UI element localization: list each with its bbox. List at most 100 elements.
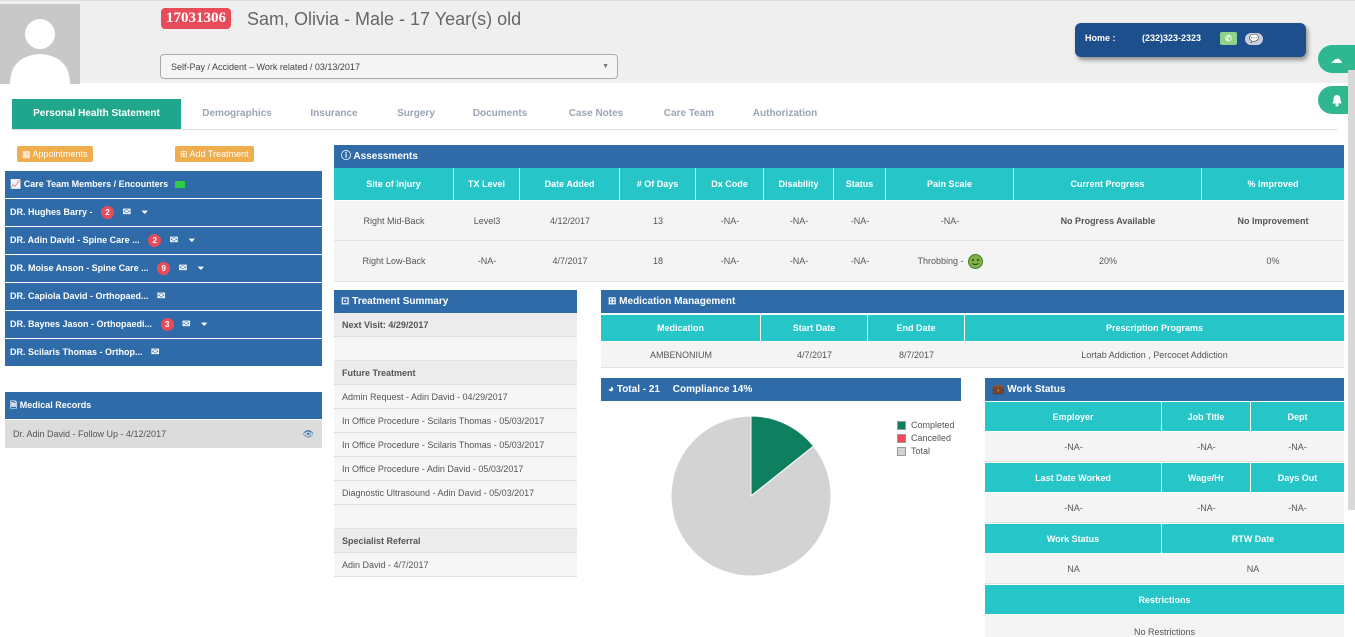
column-header[interactable]: Start Date (761, 315, 868, 341)
column-header[interactable]: End Date (868, 315, 965, 341)
table-cell: Level3 (473, 215, 501, 226)
assessments-header: ⓘ Assessments (334, 145, 1344, 168)
chevron-down-icon[interactable]: ⏷ (189, 227, 195, 254)
count-badge: 3 (160, 318, 174, 332)
column-header[interactable]: # Of Days (620, 168, 696, 200)
add-treatment-button[interactable]: ⊞ Add Treatment (175, 146, 254, 162)
appointments-button[interactable]: ▦ Appointments (17, 146, 93, 162)
tab-case-notes[interactable]: Case Notes (557, 99, 635, 129)
envelope-icon[interactable]: ✉ (151, 339, 159, 366)
table-cell: 13 (652, 215, 663, 226)
column-header[interactable]: Status (834, 168, 886, 200)
legend-total: Total (897, 446, 930, 457)
treatment-summary-header: ⊡ Treatment Summary (334, 290, 577, 313)
table-row: -NA- -NA- -NA- (985, 432, 1344, 462)
column-header[interactable]: Medication (601, 315, 761, 341)
phone-icon[interactable]: ✆ (1220, 32, 1237, 45)
member-name: DR. Scilaris Thomas - Orthop... (10, 347, 143, 357)
member-name: DR. Moise Anson - Spine Care ... (10, 263, 149, 273)
cloud-icon[interactable]: ☁ (1318, 45, 1355, 73)
tab-surgery[interactable]: Surgery (387, 99, 445, 129)
list-item[interactable]: Adin David - 4/7/2017 (334, 553, 577, 577)
column-header[interactable]: Prescription Programs (965, 315, 1344, 341)
column-header: Wage/Hr (1162, 463, 1251, 492)
tab-insurance[interactable]: Insurance (300, 99, 368, 129)
envelope-icon[interactable]: ✉ (182, 311, 190, 338)
pain-scale-cell: Throbbing - (886, 241, 1014, 281)
scrollbar[interactable] (1348, 70, 1355, 510)
chat-icon[interactable]: 💬 (1245, 33, 1263, 45)
table-row: -NA- -NA- -NA- (985, 493, 1344, 523)
eye-icon[interactable]: 👁 (303, 420, 314, 448)
envelope-icon[interactable]: ✉ (179, 255, 187, 282)
envelope-icon[interactable]: ✉ (123, 199, 131, 226)
medication-title: Medication Management (619, 296, 736, 307)
add-treatment-label: Add Treatment (189, 149, 249, 159)
column-header: Last Date Worked (985, 463, 1162, 492)
compliance-header: ◕ Total - 21 Compliance 14% (601, 378, 961, 401)
envelope-icon[interactable]: ✉ (157, 283, 165, 310)
care-team-member[interactable]: DR. Capiola David - Orthopaed... ✉ (5, 283, 322, 310)
table-cell: No Progress Available (1060, 215, 1156, 226)
member-name: DR. Hughes Barry - (10, 207, 93, 217)
chevron-down-icon[interactable]: ⏷ (141, 199, 147, 226)
table-cell: -NA- (1197, 441, 1216, 452)
care-team-title: Care Team Members / Encounters (23, 179, 169, 189)
list-item[interactable]: In Office Procedure - Adin David - 05/03… (334, 457, 577, 481)
table-cell: -NA- (1197, 502, 1216, 513)
column-header[interactable]: Disability (764, 168, 834, 200)
table-cell: 4/12/2017 (549, 215, 591, 226)
tab-authorization[interactable]: Authorization (743, 99, 827, 129)
tab-personal-health-statement[interactable]: Personal Health Statement (12, 99, 181, 129)
care-team-member[interactable]: DR. Baynes Jason - Orthopaedi... 3 ✉ ⏷ (5, 311, 322, 338)
list-item[interactable]: Diagnostic Ultrasound - Adin David - 05/… (334, 481, 577, 505)
work-status-columns: Last Date Worked Wage/Hr Days Out (985, 463, 1344, 492)
tab-documents[interactable]: Documents (464, 99, 536, 129)
table-row: AMBENONIUM 4/7/2017 8/7/2017 Lortab Addi… (601, 342, 1344, 368)
table-cell: 20% (1098, 256, 1117, 266)
list-item[interactable]: Admin Request - Adin David - 04/29/2017 (334, 385, 577, 409)
column-header[interactable]: Site of Injury (334, 168, 454, 200)
avatar (0, 4, 80, 84)
chevron-down-icon[interactable]: ⏷ (198, 255, 204, 282)
column-header[interactable]: TX Level (454, 168, 520, 200)
list-item[interactable]: In Office Procedure - Scilaris Thomas - … (334, 409, 577, 433)
chevron-down-icon[interactable]: ⏷ (201, 311, 207, 338)
column-header: RTW Date (1231, 533, 1275, 544)
column-header[interactable]: Date Added (520, 168, 620, 200)
case-select-value: Self-Pay / Accident – Work related / 03/… (171, 62, 360, 72)
list-item[interactable]: In Office Procedure - Scilaris Thomas - … (334, 433, 577, 457)
compliance-total: Total - 21 (616, 384, 660, 395)
treatment-summary-title: Treatment Summary (352, 296, 449, 307)
tab-demographics[interactable]: Demographics (192, 99, 282, 129)
column-header[interactable]: Current Progress (1014, 168, 1202, 200)
spacer-row (334, 505, 577, 529)
care-team-member[interactable]: DR. Scilaris Thomas - Orthop... ✉ (5, 339, 322, 366)
briefcase-medical-icon: ⊡ (341, 296, 350, 307)
appointments-label: Appointments (32, 149, 88, 159)
medical-record-item[interactable]: Dr. Adin David - Follow Up - 4/12/2017 👁 (5, 420, 322, 448)
legend-label: Cancelled (911, 433, 952, 443)
plus-icon: ⊞ (180, 149, 190, 159)
work-status-columns: Work Status RTW Date (985, 524, 1344, 553)
envelope-icon[interactable]: ✉ (170, 227, 178, 254)
legend-swatch (897, 434, 906, 444)
care-team-member[interactable]: DR. Moise Anson - Spine Care ... 9 ✉ ⏷ (5, 255, 322, 282)
tab-care-team[interactable]: Care Team (654, 99, 724, 129)
column-header[interactable]: Pain Scale (886, 168, 1014, 200)
work-status-header: 💼 Work Status (985, 378, 1344, 401)
column-header[interactable]: Dx Code (696, 168, 764, 200)
compliance-pie-chart (670, 415, 832, 577)
care-team-header: 📈 Care Team Members / Encounters (5, 171, 322, 198)
column-header[interactable]: % Improved (1202, 168, 1344, 200)
home-label: Home : (1085, 33, 1116, 43)
table-cell: NA (1067, 563, 1080, 574)
case-select[interactable]: Self-Pay / Accident – Work related / 03/… (160, 54, 618, 79)
care-team-member[interactable]: DR. Adin David - Spine Care ... 2 ✉ ⏷ (5, 227, 322, 254)
column-header: Dept (1287, 411, 1308, 422)
table-cell: -NA- (940, 215, 960, 226)
table-cell: 0% (1266, 256, 1280, 266)
work-status-title: Work Status (1007, 384, 1066, 395)
care-team-member[interactable]: DR. Hughes Barry - 2 ✉ ⏷ (5, 199, 322, 226)
table-cell: -NA- (789, 256, 809, 266)
